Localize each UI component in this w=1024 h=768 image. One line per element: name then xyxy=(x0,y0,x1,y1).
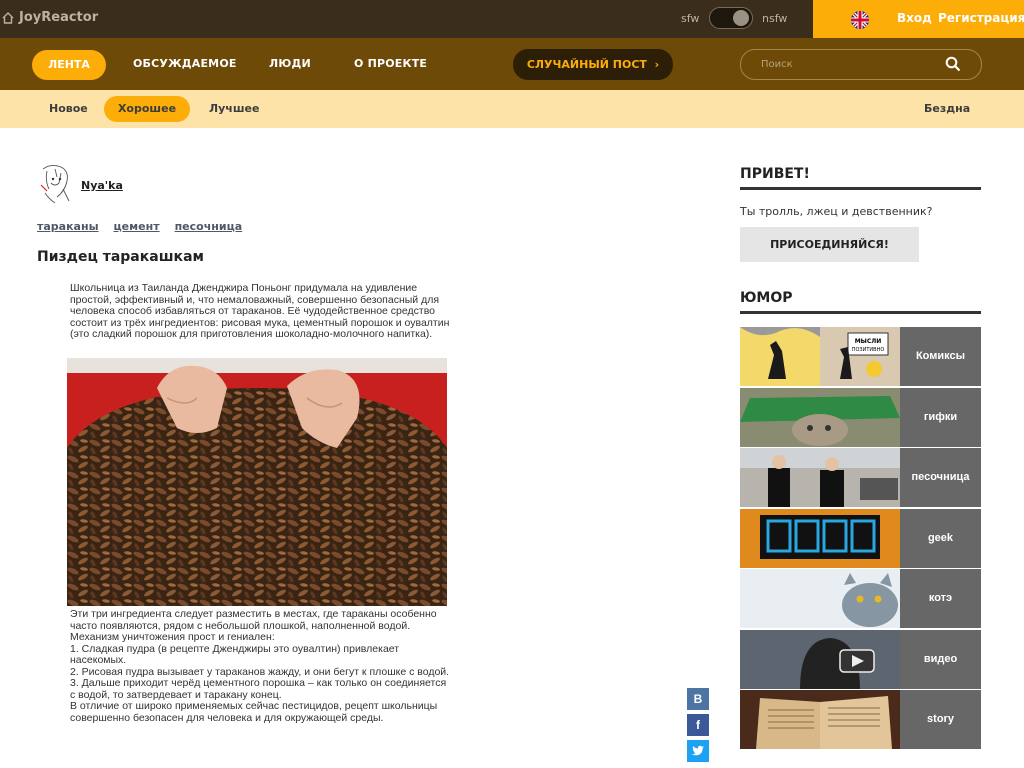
chevron-right-icon: › xyxy=(650,58,660,71)
category-image xyxy=(740,630,900,689)
post-author[interactable]: Nya'ka xyxy=(81,179,123,192)
post-paragraph: В отличие от широко применяемых сейчас п… xyxy=(70,700,438,724)
brand-name: JoyReactor xyxy=(19,10,99,25)
twitter-bird-icon xyxy=(691,745,704,756)
subnav-abyss[interactable]: Бездна xyxy=(924,102,970,115)
category-label: гифки xyxy=(900,388,981,447)
category-image xyxy=(740,569,900,628)
category-image xyxy=(740,690,900,749)
category-label: Комиксы xyxy=(900,327,981,386)
category-label: story xyxy=(900,690,981,749)
user-bar: Вход Регистрация xyxy=(813,0,1024,38)
subnav-good[interactable]: Хорошее xyxy=(104,96,190,122)
brand-logo[interactable]: JoyReactor xyxy=(2,10,98,25)
nav-item-people[interactable]: ЛЮДИ xyxy=(269,57,311,70)
category-label: видео xyxy=(900,630,981,689)
svg-text:МЫСЛИ: МЫСЛИ xyxy=(855,338,882,345)
twitter-share-button[interactable] xyxy=(687,740,709,762)
home-icon xyxy=(2,11,14,24)
nav-item-about[interactable]: О ПРОЕКТЕ xyxy=(354,57,427,70)
sfw-label: sfw xyxy=(681,12,700,25)
category-image xyxy=(740,509,900,568)
category-label: geek xyxy=(900,509,981,568)
nsfw-label: nsfw xyxy=(762,12,788,25)
category-tile-gifs[interactable]: гифки xyxy=(740,388,981,447)
sidebar-hello-title: ПРИВЕТ! xyxy=(740,166,981,190)
nav-item-feed[interactable]: ЛЕНТА xyxy=(32,50,106,80)
toggle-knob xyxy=(733,10,749,26)
sidebar-greeting: Ты тролль, лжец и девственник? xyxy=(740,205,933,218)
post-title: Пиздец таракашкам xyxy=(37,249,204,265)
post-tags: тараканы цемент песочница xyxy=(37,220,242,233)
top-bar: JoyReactor sfw nsfw Вход Регистрация xyxy=(0,0,1024,38)
post-paragraph: Эти три ингредиента следует разместить в… xyxy=(70,608,437,632)
category-tile-cats[interactable]: котэ xyxy=(740,569,981,628)
category-tile-story[interactable]: story xyxy=(740,690,981,749)
post-paragraph: Механизм уничтожения прост и гениален: xyxy=(70,631,275,643)
sfw-toggle[interactable] xyxy=(709,7,753,29)
svg-text:ПОЗИТИВНО: ПОЗИТИВНО xyxy=(852,347,885,353)
post-paragraph: 3. Дальше приходит черёд цементного поро… xyxy=(70,677,447,701)
avatar[interactable] xyxy=(37,163,73,205)
random-post-button[interactable]: СЛУЧАЙНЫЙ ПОСТ › xyxy=(513,49,673,80)
category-tile-video[interactable]: видео xyxy=(740,630,981,689)
register-link[interactable]: Регистрация xyxy=(938,11,1024,25)
category-label: котэ xyxy=(900,569,981,628)
random-post-label: СЛУЧАЙНЫЙ ПОСТ xyxy=(526,58,647,71)
facebook-share-button[interactable]: f xyxy=(687,714,709,736)
category-image: МЫСЛИ ПОЗИТИВНО xyxy=(740,327,900,386)
main-nav: ЛЕНТА ОБСУЖДАЕМОЕ ЛЮДИ О ПРОЕКТЕ СЛУЧАЙН… xyxy=(0,38,1024,90)
category-image xyxy=(740,388,900,447)
category-tile-geek[interactable]: geek xyxy=(740,509,981,568)
subnav-best[interactable]: Лучшее xyxy=(209,102,259,115)
post-paragraph: 1. Сладкая пудра (в рецепте Дженджиры эт… xyxy=(70,642,400,666)
post-text-intro: Школьница из Таиланда Дженджира Поньонг … xyxy=(70,282,450,340)
post-image[interactable] xyxy=(67,358,447,606)
category-tile-sandbox[interactable]: песочница xyxy=(740,448,981,507)
join-button[interactable]: ПРИСОЕДИНЯЙСЯ! xyxy=(740,227,919,262)
uk-flag-icon[interactable] xyxy=(851,11,869,29)
tag-link[interactable]: цемент xyxy=(114,220,160,233)
vk-share-button[interactable]: В xyxy=(687,688,709,710)
category-label: песочница xyxy=(900,448,981,507)
category-image xyxy=(740,448,900,507)
post-text-body: Эти три ингредиента следует разместить в… xyxy=(70,608,450,724)
login-link[interactable]: Вход xyxy=(897,11,932,25)
subnav-new[interactable]: Новое xyxy=(49,102,88,115)
tag-link[interactable]: песочница xyxy=(175,220,243,233)
category-tile-comics[interactable]: МЫСЛИ ПОЗИТИВНО Комиксы xyxy=(740,327,981,386)
nav-item-discussed[interactable]: ОБСУЖДАЕМОЕ xyxy=(133,57,237,70)
sub-nav: Новое Хорошее Лучшее Бездна xyxy=(0,90,1024,128)
sidebar-humor-title: ЮМОР xyxy=(740,290,981,314)
search-icon[interactable] xyxy=(945,56,961,72)
tag-link[interactable]: тараканы xyxy=(37,220,99,233)
